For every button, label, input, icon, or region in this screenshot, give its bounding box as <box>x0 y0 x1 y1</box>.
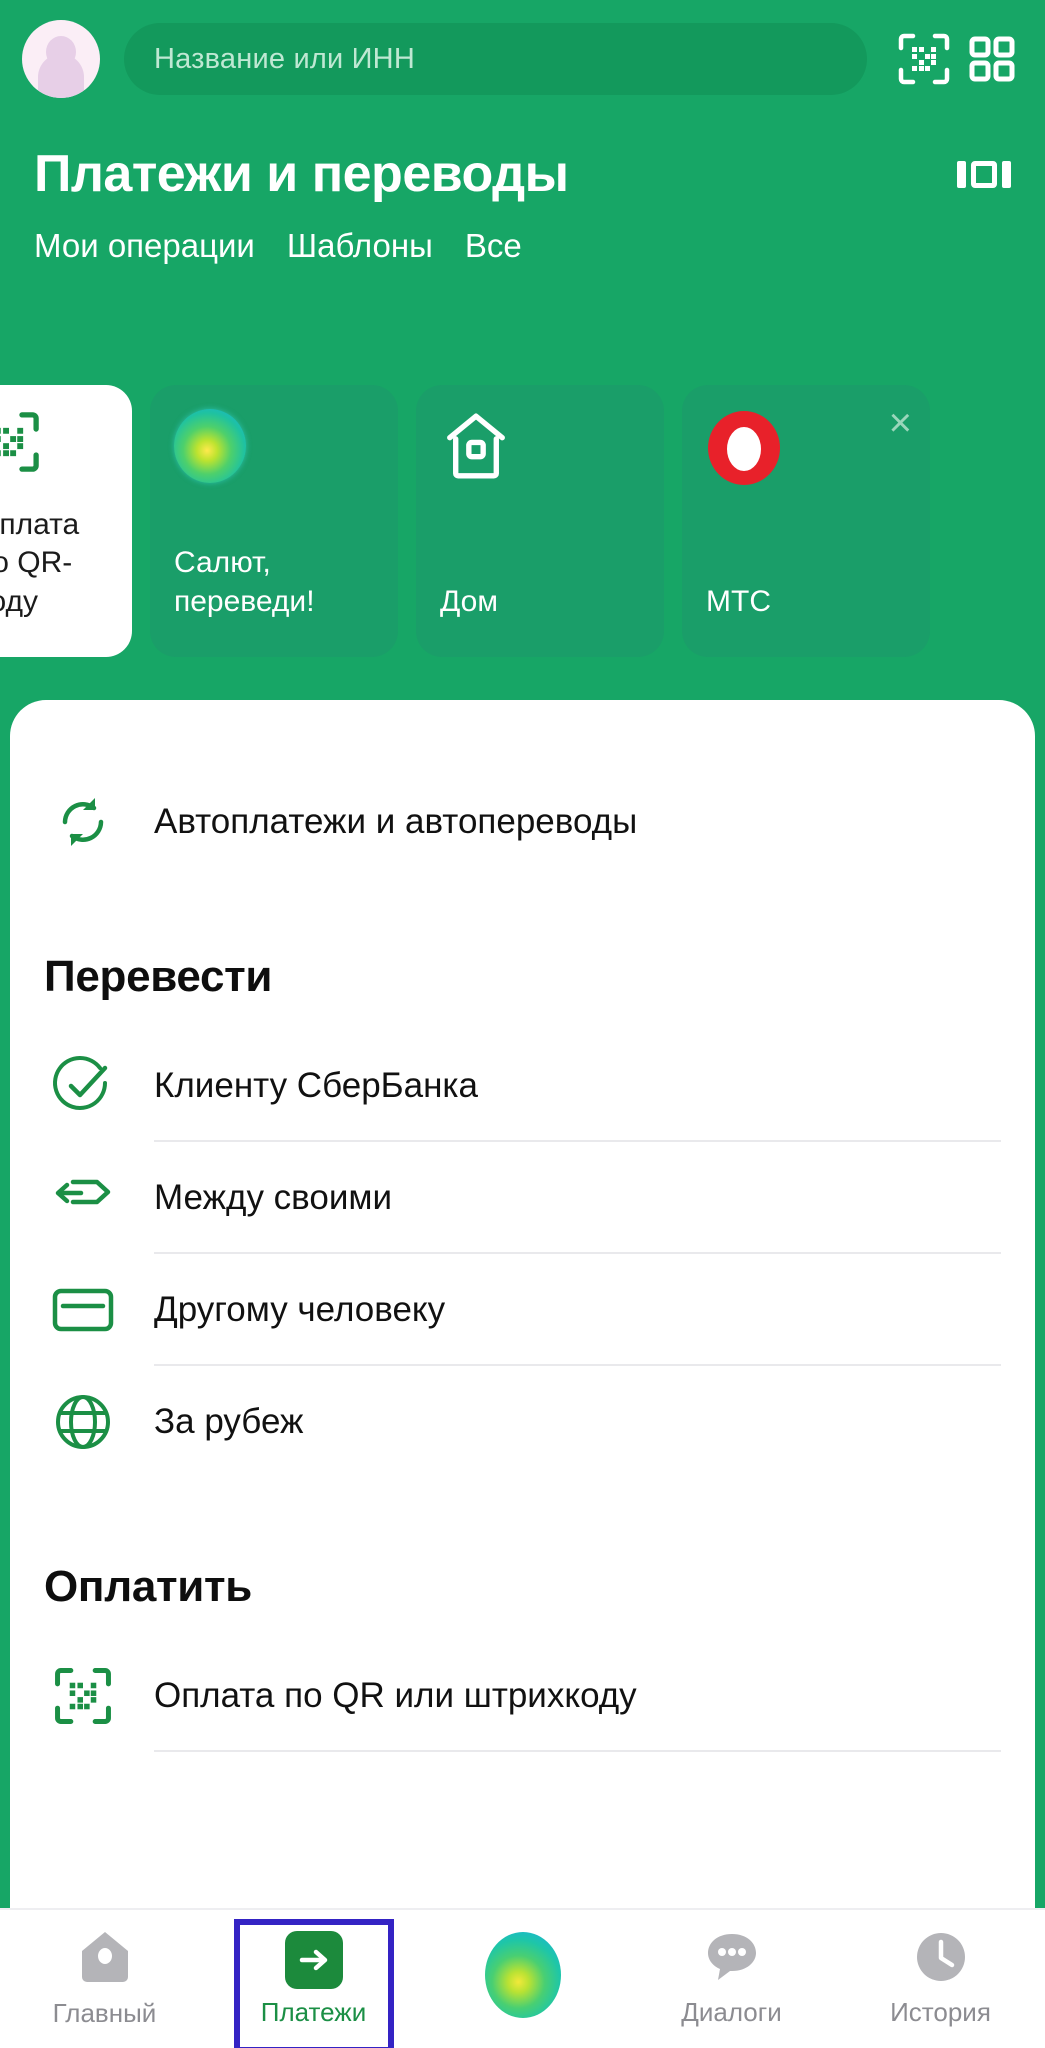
row-label: Автоплатежи и автопереводы <box>154 802 638 841</box>
nav-item-main[interactable]: Главный <box>0 1909 209 2048</box>
top-bar: Название или ИНН <box>0 0 1045 118</box>
story-card-qr-payment[interactable]: Оплата по QR-коду <box>0 385 132 657</box>
search-input[interactable]: Название или ИНН <box>124 23 867 95</box>
nav-item-dialogs[interactable]: Диалоги <box>627 1909 836 2048</box>
tab-all[interactable]: Все <box>465 227 522 265</box>
grid-apps-icon[interactable] <box>961 28 1023 90</box>
story-card-label: Салют, переведи! <box>174 546 315 618</box>
avatar-body <box>38 54 84 98</box>
mts-egg-icon <box>706 409 782 492</box>
sync-arrows-icon <box>44 790 122 854</box>
nav-label: Главный <box>52 1998 157 2028</box>
story-card-label: МТС <box>706 584 771 618</box>
story-card-home[interactable]: Дом <box>416 385 664 657</box>
content-sheet: Автоплатежи и автопереводы Перевести Кли… <box>10 700 1035 1948</box>
credit-card-icon <box>44 1285 122 1335</box>
section-title-pay: Оплатить <box>44 1562 253 1611</box>
story-card-carousel[interactable]: Оплата по QR-коду Салют, переведи! Дом <box>0 385 1045 657</box>
story-card-label: Дом <box>440 584 498 618</box>
user-avatar[interactable] <box>22 20 100 98</box>
close-icon[interactable]: × <box>889 403 912 443</box>
qr-scan-icon[interactable] <box>893 28 955 90</box>
nav-label: История <box>890 1997 991 2027</box>
carousel-view-icon[interactable] <box>957 160 1011 188</box>
row-transfer-sber-client[interactable]: Клиенту СберБанка <box>10 1030 1035 1142</box>
home-outline-icon <box>440 409 512 488</box>
story-card-mts[interactable]: × МТС <box>682 385 930 657</box>
app-screen: Название или ИНН Платежи и переводы Мои … <box>0 0 1045 2048</box>
section-title-transfer: Перевести <box>44 952 273 1001</box>
salute-orb-icon <box>174 409 246 483</box>
tab-templates[interactable]: Шаблоны <box>287 227 433 265</box>
nav-item-salute-assistant[interactable] <box>418 1909 627 2048</box>
bottom-navigation: Главный Платежи Диалоги История <box>0 1908 1045 2048</box>
nav-item-history[interactable]: История <box>836 1909 1045 2048</box>
carousel-square-center <box>971 160 997 188</box>
row-divider <box>154 1750 1001 1752</box>
row-autopayments[interactable]: Автоплатежи и автопереводы <box>10 766 1035 878</box>
nav-item-payments[interactable]: Платежи <box>209 1909 418 2048</box>
row-label: Между своими <box>154 1178 393 1217</box>
row-label: За рубеж <box>154 1402 304 1441</box>
story-card-salute-transfer[interactable]: Салют, переведи! <box>150 385 398 657</box>
row-label: Другому человеку <box>154 1290 446 1329</box>
nav-label: Платежи <box>260 1996 367 2027</box>
story-card-label: Оплата по QR-коду <box>0 507 80 618</box>
title-row: Платежи и переводы <box>0 128 1045 220</box>
tab-bar: Мои операции Шаблоны Все <box>0 215 1045 277</box>
row-label: Оплата по QR или штрихкоду <box>154 1676 637 1715</box>
clock-icon <box>914 1930 968 1989</box>
payments-arrow-icon <box>284 1930 343 1989</box>
row-label: Клиенту СберБанка <box>154 1066 478 1105</box>
globe-icon <box>44 1391 122 1453</box>
chat-bubble-icon <box>704 1930 760 1989</box>
exchange-arrows-icon <box>44 1171 122 1225</box>
qr-scan-icon <box>0 409 42 480</box>
qr-scan-icon <box>44 1665 122 1727</box>
salute-orb-icon <box>484 1932 561 2018</box>
row-pay-qr-barcode[interactable]: Оплата по QR или штрихкоду <box>10 1640 1035 1752</box>
check-circle-icon <box>44 1055 122 1117</box>
carousel-bar-right <box>1002 160 1011 188</box>
nav-label: Диалоги <box>681 1997 782 2027</box>
home-filled-icon <box>79 1929 131 1990</box>
carousel-bar-left <box>957 160 966 188</box>
row-transfer-abroad[interactable]: За рубеж <box>10 1366 1035 1478</box>
tab-my-operations[interactable]: Мои операции <box>34 227 255 265</box>
page-title: Платежи и переводы <box>34 145 569 203</box>
row-transfer-between-own[interactable]: Между своими <box>10 1142 1035 1254</box>
search-placeholder: Название или ИНН <box>154 42 415 75</box>
row-transfer-other-person[interactable]: Другому человеку <box>10 1254 1035 1366</box>
